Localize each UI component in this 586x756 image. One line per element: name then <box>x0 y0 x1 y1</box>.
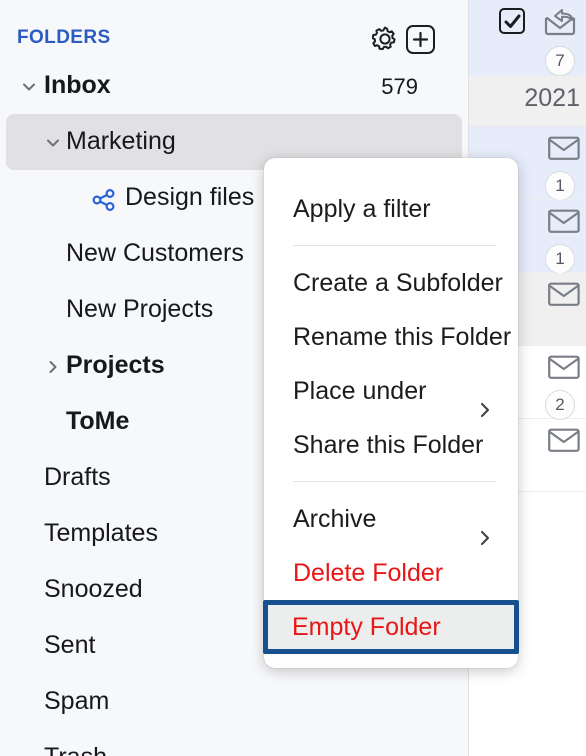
message-count-badge: 2 <box>545 390 575 420</box>
message-count-badge: 1 <box>545 171 575 201</box>
menu-item-apply-a-filter[interactable]: Apply a filter <box>264 182 518 236</box>
menu-divider <box>293 245 496 246</box>
menu-item-share-this-folder[interactable]: Share this Folder <box>264 418 518 472</box>
menu-item-rename-this-folder[interactable]: Rename this Folder <box>264 310 518 364</box>
sidebar-item-label: New Projects <box>66 295 214 323</box>
sidebar-item-count: 579 <box>381 74 418 99</box>
menu-item-delete-folder[interactable]: Delete Folder <box>264 546 518 600</box>
chevron-right-icon[interactable] <box>46 360 60 374</box>
sidebar-item-label: Spam <box>44 687 110 715</box>
sidebar-item-label: Snoozed <box>44 575 143 603</box>
envelope-icon <box>547 133 581 166</box>
unread-count-badge: 7 <box>545 46 575 76</box>
sidebar-item-label: Templates <box>44 519 158 547</box>
menu-item-label: Delete Folder <box>293 559 444 587</box>
sidebar-item-label: Trash <box>44 743 107 756</box>
year-divider: 2021 <box>469 76 586 127</box>
menu-item-label: Archive <box>293 505 377 533</box>
select-all-checkbox[interactable] <box>499 8 525 34</box>
envelope-icon <box>547 352 581 385</box>
message-list-toolbar: 7 <box>469 0 586 76</box>
menu-item-label: Create a Subfolder <box>293 269 503 297</box>
sidebar-item-label: Projects <box>66 351 165 379</box>
message-count-badge: 1 <box>545 244 575 274</box>
sidebar-item-label: Inbox <box>44 71 111 99</box>
sidebar-item-label: Marketing <box>66 127 176 155</box>
plus-icon <box>412 31 429 48</box>
sidebar-item-trash[interactable]: Trash <box>6 730 462 756</box>
year-label: 2021 <box>524 84 580 112</box>
sidebar-header: FOLDERS <box>0 0 468 58</box>
share-icon <box>92 188 116 217</box>
envelope-icon <box>547 425 581 458</box>
menu-item-place-under[interactable]: Place under <box>264 364 518 418</box>
add-folder-button[interactable] <box>406 25 435 54</box>
menu-item-label: Place under <box>293 377 427 405</box>
sidebar-item-label: Drafts <box>44 463 111 491</box>
sidebar-item-label: ToMe <box>66 407 130 435</box>
menu-item-empty-folder[interactable]: Empty Folder <box>263 600 519 654</box>
sidebar-item-label: Design files <box>125 183 255 211</box>
sidebar-item-inbox[interactable]: Inbox 579 <box>6 58 462 114</box>
menu-item-label: Apply a filter <box>293 195 431 223</box>
checkmark-icon <box>504 14 521 28</box>
menu-item-label: Rename this Folder <box>293 323 512 351</box>
menu-divider <box>293 481 496 482</box>
menu-item-label: Share this Folder <box>293 431 484 459</box>
sidebar-item-label: New Customers <box>66 239 244 267</box>
envelope-icon <box>547 206 581 239</box>
chevron-down-icon[interactable] <box>22 80 36 94</box>
folder-context-menu: Apply a filter Create a Subfolder Rename t… <box>263 158 519 668</box>
menu-item-create-a-subfolder[interactable]: Create a Subfolder <box>264 256 518 310</box>
chevron-down-icon[interactable] <box>46 136 60 150</box>
folders-heading: FOLDERS <box>17 27 111 48</box>
menu-item-label: Empty Folder <box>292 613 441 641</box>
envelope-icon <box>547 279 581 312</box>
menu-item-archive[interactable]: Archive <box>264 492 518 546</box>
gear-icon[interactable] <box>371 26 398 57</box>
sidebar-item-spam[interactable]: Spam <box>6 674 462 730</box>
mail-reply-icon[interactable] <box>543 6 577 41</box>
sidebar-item-label: Sent <box>44 631 96 659</box>
